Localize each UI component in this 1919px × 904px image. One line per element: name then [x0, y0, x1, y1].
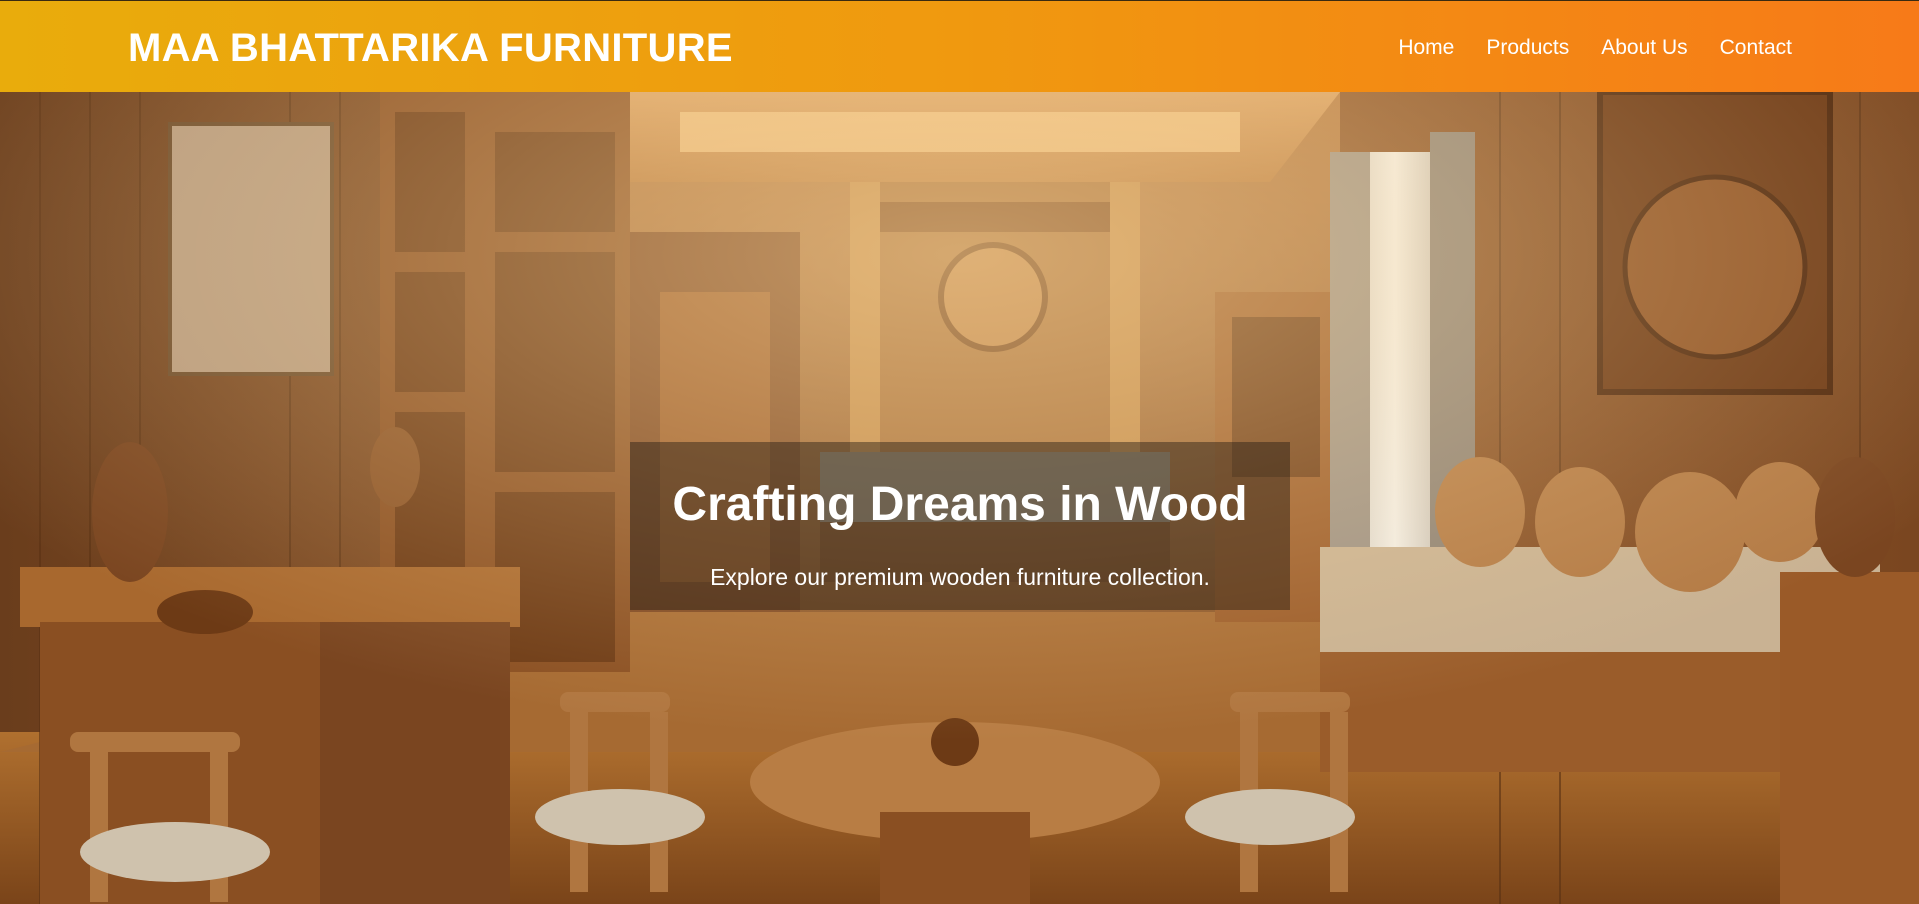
brand-logo-text[interactable]: MAA BHATTARIKA FURNITURE: [128, 26, 733, 70]
main-nav: Home Products About Us Contact: [1398, 34, 1792, 62]
nav-link-home[interactable]: Home: [1398, 34, 1454, 62]
hero-title: Crafting Dreams in Wood: [672, 478, 1248, 531]
site-header: MAA BHATTARIKA FURNITURE Home Products A…: [0, 0, 1919, 92]
nav-link-contact[interactable]: Contact: [1720, 34, 1792, 62]
nav-link-products[interactable]: Products: [1486, 34, 1569, 62]
hero-section: Crafting Dreams in Wood Explore our prem…: [0, 92, 1919, 904]
hero-subtitle: Explore our premium wooden furniture col…: [710, 564, 1210, 590]
nav-link-about[interactable]: About Us: [1601, 34, 1687, 62]
